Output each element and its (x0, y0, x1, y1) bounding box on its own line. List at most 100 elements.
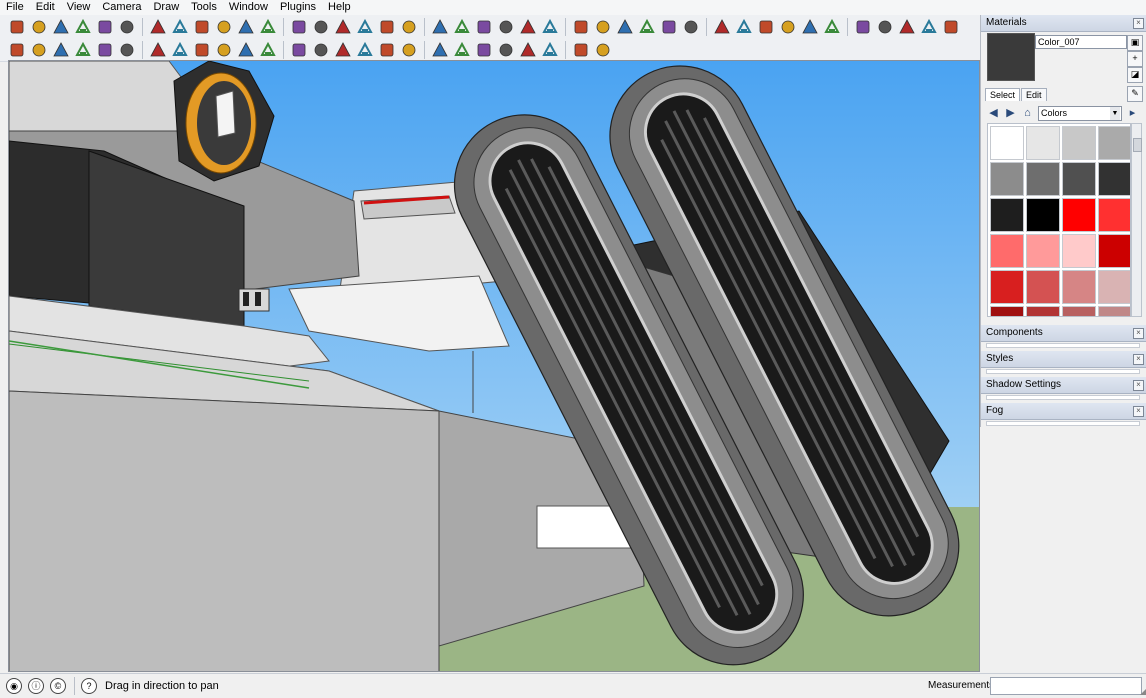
solid-icon[interactable] (518, 40, 538, 60)
zoom-extents-icon[interactable] (377, 17, 397, 37)
hand-tool-icon[interactable] (897, 17, 917, 37)
menu-plugins[interactable]: Plugins (274, 0, 322, 15)
color-swatch[interactable] (1026, 126, 1060, 160)
color-swatch[interactable] (1062, 162, 1096, 196)
iso-view-icon[interactable] (236, 40, 256, 60)
tab-edit[interactable]: Edit (1021, 88, 1047, 101)
section-icon[interactable] (29, 40, 49, 60)
trim-icon[interactable] (452, 40, 472, 60)
get-photo-texture-icon[interactable] (518, 17, 538, 37)
back-arrow-icon[interactable]: ◀ (987, 107, 1000, 120)
union-icon[interactable] (377, 40, 397, 60)
style-hidden-line-icon[interactable] (615, 17, 635, 37)
sandbox-icon[interactable] (148, 40, 168, 60)
color-swatch[interactable] (1098, 270, 1130, 304)
library-select[interactable]: Colors ▼ (1038, 105, 1122, 121)
walk-icon[interactable] (681, 17, 701, 37)
create-material-icon[interactable]: + (1127, 51, 1143, 67)
front-view-icon[interactable] (289, 40, 309, 60)
menu-view[interactable]: View (61, 0, 97, 15)
resize-grip-icon[interactable] (1140, 689, 1146, 695)
color-swatch[interactable] (1062, 198, 1096, 232)
toggle-terrain-icon[interactable] (430, 17, 450, 37)
outer-shell-icon[interactable] (496, 40, 516, 60)
pan-icon[interactable] (333, 17, 353, 37)
menu-draw[interactable]: Draw (147, 0, 185, 15)
menu-window[interactable]: Window (223, 0, 274, 15)
cleanup-icon[interactable] (941, 17, 961, 37)
details-arrow-icon[interactable]: ▸ (1126, 107, 1139, 120)
axes-icon[interactable] (7, 40, 27, 60)
box-icon[interactable] (214, 40, 234, 60)
share-component-icon[interactable] (496, 17, 516, 37)
style-xray-icon[interactable] (540, 17, 560, 37)
close-icon[interactable]: × (1133, 354, 1144, 365)
color-swatch[interactable] (1098, 198, 1130, 232)
close-icon[interactable]: × (1133, 406, 1144, 417)
style-textured-icon[interactable] (659, 17, 679, 37)
scroll-thumb[interactable] (1133, 138, 1142, 152)
protractor-icon[interactable] (73, 40, 93, 60)
share-model-icon[interactable] (474, 17, 494, 37)
swatch-scrollbar[interactable] (1131, 123, 1142, 317)
tab-select[interactable]: Select (985, 88, 1021, 101)
forward-arrow-icon[interactable]: ▶ (1004, 107, 1017, 120)
color-swatch[interactable] (990, 126, 1024, 160)
color-swatch[interactable] (990, 306, 1024, 316)
add-location-icon[interactable] (399, 17, 419, 37)
components-title[interactable]: Components × (981, 325, 1146, 342)
color-swatch[interactable] (990, 270, 1024, 304)
color-swatch[interactable] (1026, 198, 1060, 232)
color-swatch[interactable] (990, 162, 1024, 196)
help-icon[interactable]: ? (81, 678, 97, 694)
eyedropper-icon[interactable]: ✎ (1127, 86, 1143, 102)
make-component-icon[interactable] (117, 17, 137, 37)
color-swatch[interactable] (1026, 162, 1060, 196)
color-swatch[interactable] (1098, 126, 1130, 160)
color-swatch[interactable] (1026, 234, 1060, 268)
tape-measure-icon[interactable] (170, 17, 190, 37)
color-swatch[interactable] (1062, 270, 1096, 304)
color-swatch[interactable] (1098, 162, 1130, 196)
color-swatch[interactable] (1026, 270, 1060, 304)
left-view-icon[interactable] (355, 40, 375, 60)
close-icon[interactable]: × (1133, 380, 1144, 391)
zoom-icon[interactable] (355, 17, 375, 37)
cut-icon[interactable] (919, 17, 939, 37)
dimension-icon[interactable] (95, 40, 115, 60)
look-around-icon[interactable] (712, 17, 732, 37)
shadow-settings-title[interactable]: Shadow Settings × (981, 377, 1146, 394)
lens-plugin-icon[interactable] (875, 17, 895, 37)
intersect-icon[interactable] (430, 40, 450, 60)
credits-icon[interactable]: ⓘ (28, 678, 44, 694)
eraser-icon[interactable] (148, 17, 168, 37)
star-plugin-icon[interactable] (778, 17, 798, 37)
push-pull-icon[interactable] (214, 17, 234, 37)
arc-icon[interactable] (95, 17, 115, 37)
display-secondary-icon[interactable]: ▣ (1127, 35, 1143, 51)
model-scene[interactable] (9, 61, 980, 672)
color-swatch[interactable] (990, 234, 1024, 268)
close-icon[interactable]: × (1133, 328, 1144, 339)
rotate-icon[interactable] (258, 17, 278, 37)
sphere-plugin-icon[interactable] (853, 17, 873, 37)
current-material-swatch[interactable] (987, 33, 1035, 81)
circle-icon[interactable] (73, 17, 93, 37)
menu-help[interactable]: Help (322, 0, 357, 15)
position-camera-icon[interactable] (734, 17, 754, 37)
color-swatch[interactable] (1062, 306, 1096, 316)
style-wireframe-icon[interactable] (593, 17, 613, 37)
style-shaded-icon[interactable] (637, 17, 657, 37)
style-backedges-icon[interactable] (571, 17, 591, 37)
offset-icon[interactable] (289, 17, 309, 37)
sweep-icon[interactable] (540, 40, 560, 60)
model-viewport[interactable] (8, 60, 980, 672)
menu-file[interactable]: File (0, 0, 30, 15)
top-view-icon[interactable] (258, 40, 278, 60)
menu-camera[interactable]: Camera (96, 0, 147, 15)
material-name-field[interactable]: Color_007 (1035, 35, 1127, 49)
fog-title[interactable]: Fog × (981, 403, 1146, 420)
color-swatch[interactable] (1026, 306, 1060, 316)
wrench-plugin-icon[interactable] (800, 17, 820, 37)
measurements-input[interactable] (990, 677, 1142, 695)
